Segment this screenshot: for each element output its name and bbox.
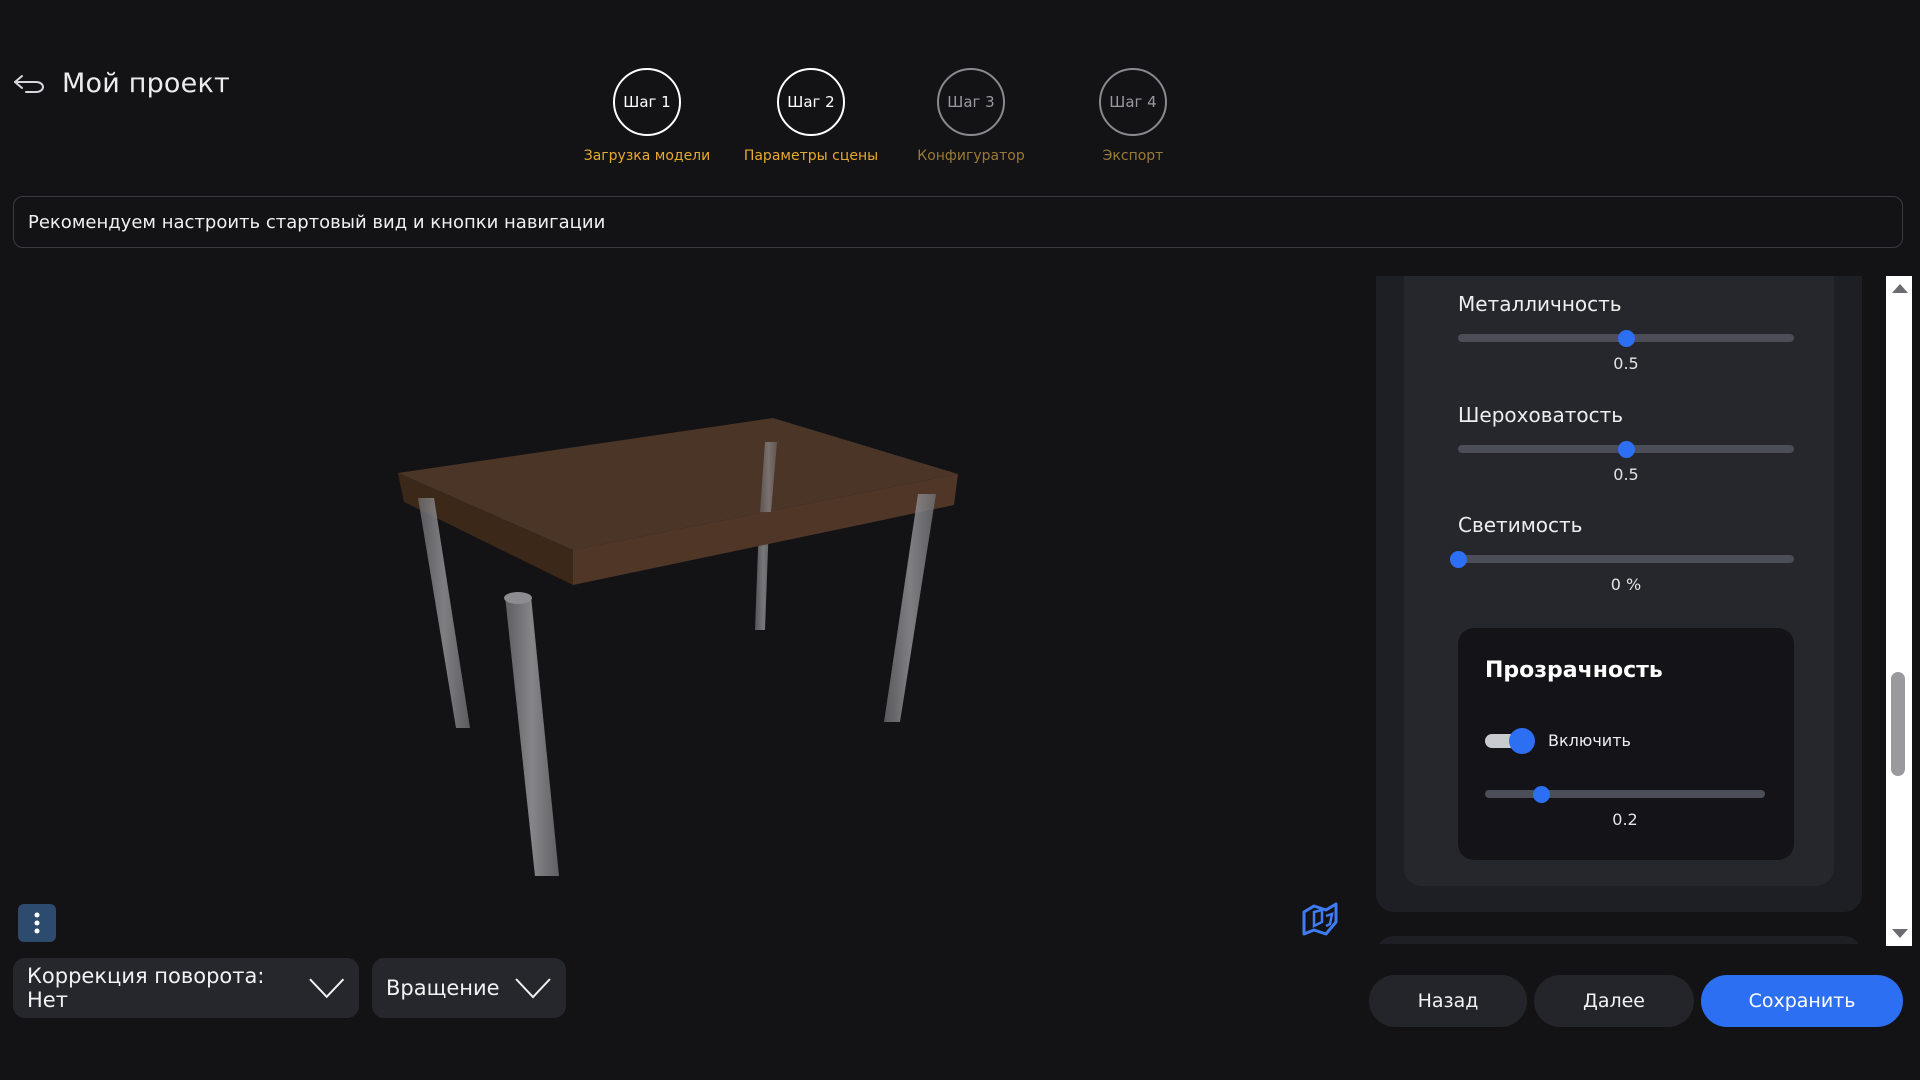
transparency-toggle[interactable] — [1485, 728, 1535, 754]
next-panel-section — [1376, 936, 1862, 944]
table-model — [398, 418, 958, 876]
transparency-control: 0.2 — [1485, 786, 1765, 829]
next-button[interactable]: Далее — [1534, 975, 1694, 1027]
roughness-control: Шероховатость 0.5 — [1458, 403, 1794, 484]
table-leg-front — [505, 596, 559, 876]
emissive-slider[interactable] — [1450, 551, 1794, 568]
transparency-value: 0.2 — [1612, 810, 1638, 829]
scroll-up-arrow-icon[interactable] — [1892, 284, 1908, 293]
transparency-card: Прозрачность Включить 0.2 — [1458, 628, 1794, 860]
step-2-label: Параметры сцены — [743, 148, 879, 164]
step-4-circle: Шаг 4 — [1099, 68, 1167, 136]
back-nav-button[interactable]: Назад — [1369, 975, 1527, 1027]
transparency-title: Прозрачность — [1485, 658, 1663, 683]
roughness-value: 0.5 — [1613, 465, 1639, 484]
step-4[interactable]: Шаг 4 Экспорт — [1053, 68, 1213, 164]
emissive-control: Светимость 0 % — [1450, 513, 1794, 594]
transparency-slider[interactable] — [1485, 786, 1765, 803]
roughness-slider[interactable] — [1458, 441, 1794, 458]
save-button[interactable]: Сохранить — [1701, 975, 1903, 1027]
step-1[interactable]: Шаг 1 Загрузка модели — [567, 68, 727, 164]
metalness-label: Металличность — [1458, 292, 1622, 316]
roughness-label: Шероховатость — [1458, 403, 1624, 427]
step-4-label: Экспорт — [1102, 148, 1164, 164]
step-3-label: Конфигуратор — [917, 148, 1025, 164]
table-leg-right — [884, 494, 936, 722]
metalness-value: 0.5 — [1613, 354, 1639, 373]
material-settings-panel: Металличность 0.5 Шероховатость 0.5 Свет… — [1376, 276, 1884, 944]
step-1-label: Загрузка модели — [583, 148, 711, 164]
stepper: Шаг 1 Загрузка модели Шаг 2 Параметры сц… — [0, 68, 1920, 168]
metalness-control: Металличность 0.5 — [1458, 292, 1794, 373]
scroll-down-arrow-icon[interactable] — [1892, 929, 1908, 938]
transparency-toggle-label: Включить — [1548, 731, 1631, 750]
step-3-circle: Шаг 3 — [937, 68, 1005, 136]
3d-viewport[interactable] — [0, 276, 1380, 936]
metalness-slider-knob[interactable] — [1618, 330, 1635, 347]
table-leg-front-top — [504, 592, 532, 604]
step-2-circle: Шаг 2 — [777, 68, 845, 136]
panel-section: Металличность 0.5 Шероховатость 0.5 Свет… — [1376, 276, 1862, 912]
emissive-label: Светимость — [1458, 513, 1583, 537]
emissive-value: 0 % — [1610, 575, 1642, 594]
step-3[interactable]: Шаг 3 Конфигуратор — [891, 68, 1051, 164]
transparency-slider-knob[interactable] — [1533, 786, 1550, 803]
chevron-down-icon — [515, 978, 551, 999]
logo-3d-icon — [1302, 902, 1338, 936]
rotation-correction-dropdown[interactable]: Коррекция поворота: Нет — [13, 958, 359, 1018]
step-1-circle: Шаг 1 — [613, 68, 681, 136]
panel-scrollbar[interactable] — [1886, 276, 1912, 946]
hint-banner: Рекомендуем настроить стартовый вид и кн… — [13, 196, 1903, 248]
metalness-slider[interactable] — [1458, 330, 1794, 347]
more-options-button[interactable] — [18, 904, 56, 942]
rotation-mode-value: Вращение — [386, 976, 500, 1000]
table-leg-left — [418, 498, 470, 728]
rotation-correction-value: Коррекция поворота: Нет — [27, 964, 265, 1012]
scrollbar-thumb[interactable] — [1891, 672, 1905, 776]
emissive-slider-knob[interactable] — [1450, 551, 1467, 568]
roughness-slider-knob[interactable] — [1618, 441, 1635, 458]
toggle-thumb — [1509, 728, 1535, 754]
material-card: Металличность 0.5 Шероховатость 0.5 Свет… — [1404, 276, 1834, 886]
chevron-down-icon — [308, 978, 344, 999]
step-2[interactable]: Шаг 2 Параметры сцены — [731, 68, 891, 164]
more-vertical-icon — [34, 912, 40, 934]
rotation-mode-dropdown[interactable]: Вращение — [372, 958, 566, 1018]
